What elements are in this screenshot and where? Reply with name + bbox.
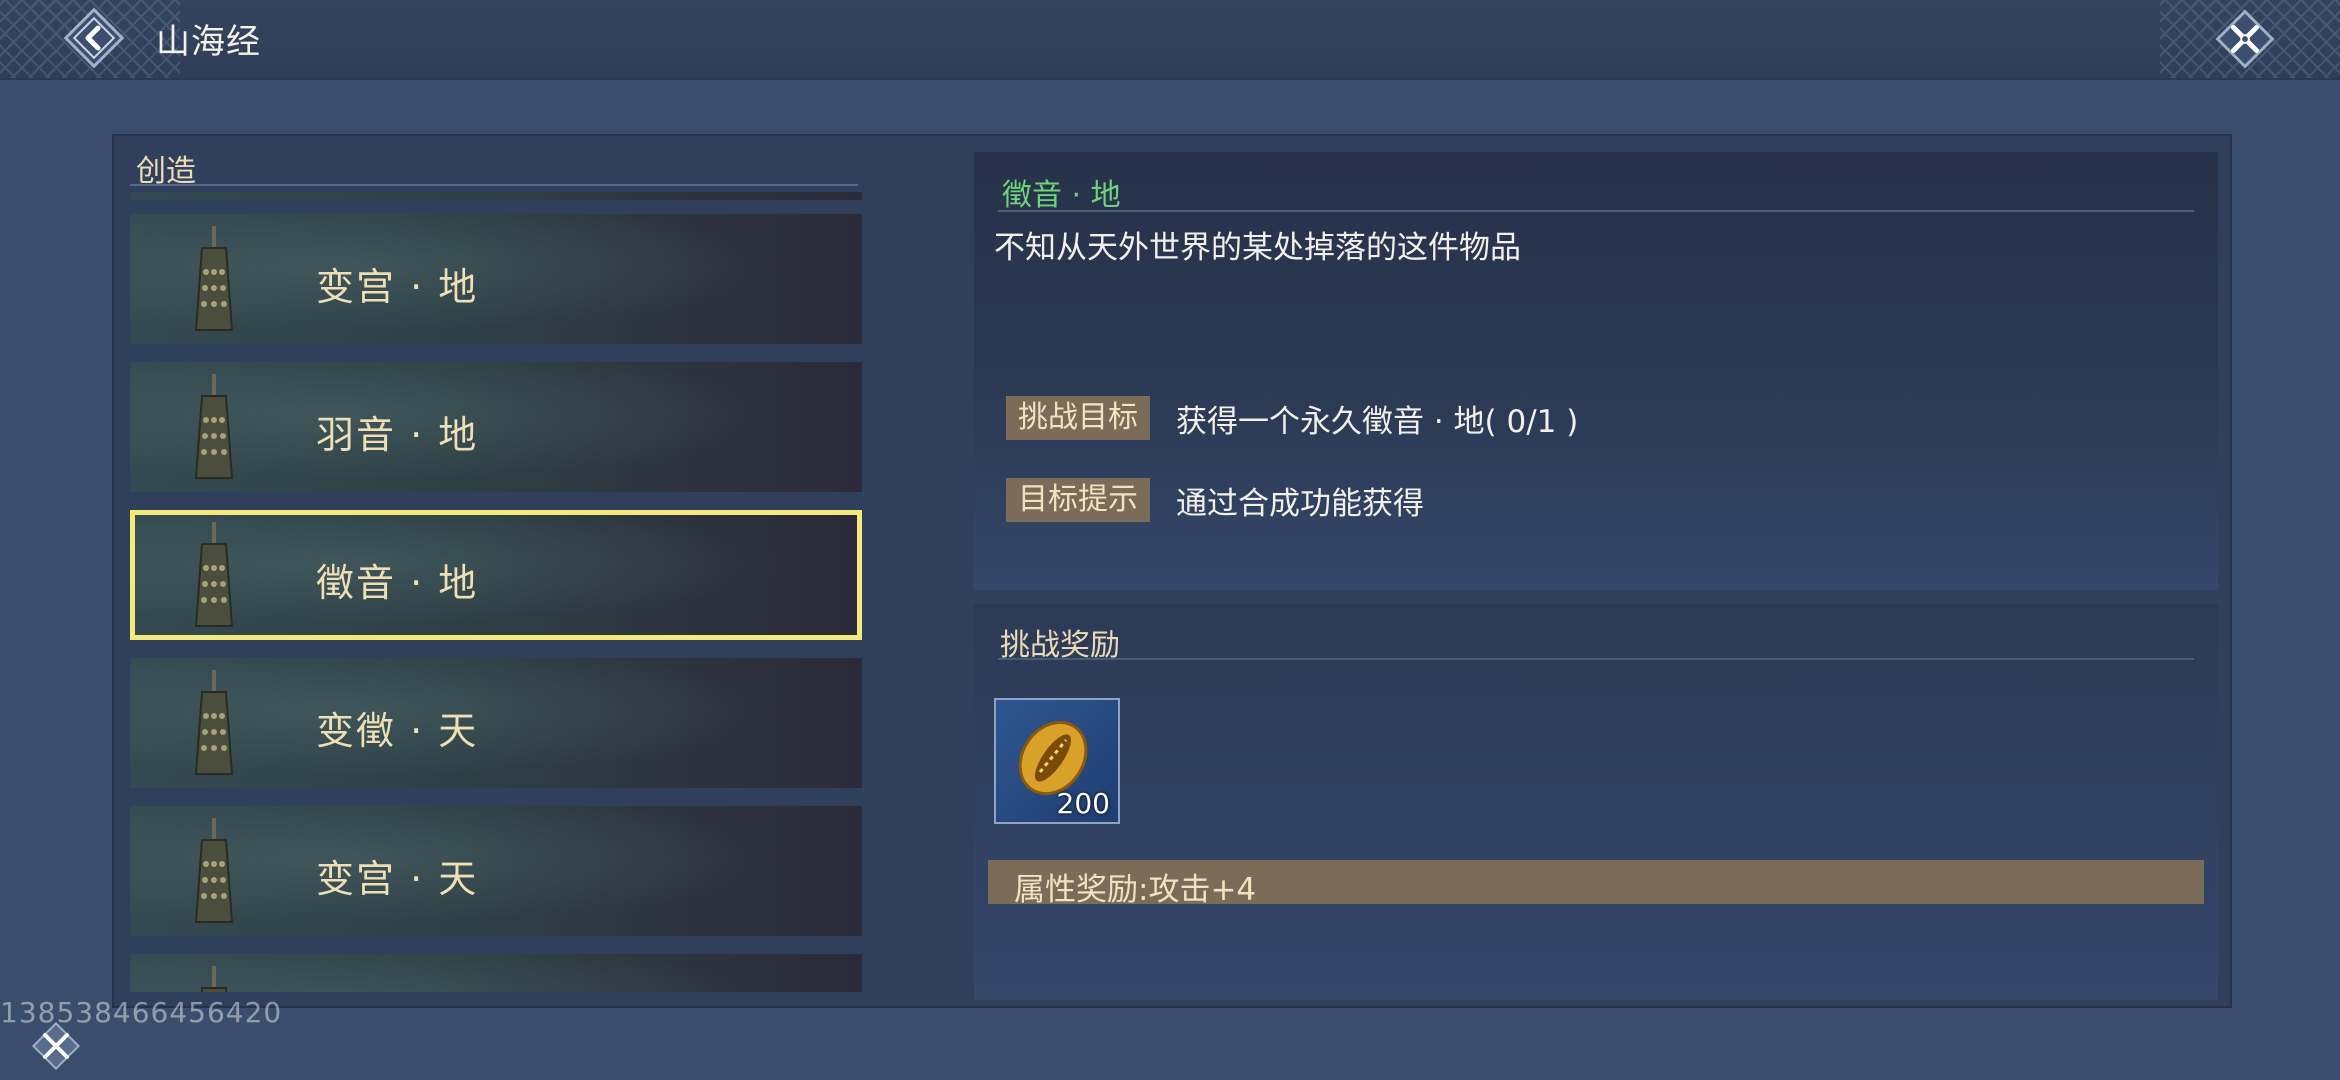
hint-text: 通过合成功能获得 [1176, 486, 1424, 522]
reward-count: 200 [1056, 787, 1110, 820]
list-item-label: 变宫 · 天 [316, 857, 479, 901]
reward-panel: 挑战奖励 200 属性奖励:攻击+4 [974, 604, 2218, 1000]
reward-item-slot[interactable]: 200 [994, 698, 1120, 824]
close-icon[interactable] [2214, 8, 2276, 70]
creation-list-panel: 创造 变宫 · 地 羽音 · 地 徵音 · 地 变徵 · 天 变宫 · 天 [122, 136, 866, 1006]
list-item[interactable]: 变宫 · 地 [130, 214, 862, 344]
list-item-label: 徵音 · 地 [316, 561, 479, 605]
list-item[interactable]: 变宫 · 天 [130, 806, 862, 936]
list-item-label: 变宫 · 地 [316, 265, 479, 309]
attribute-reward-text: 属性奖励:攻击+4 [1014, 872, 1257, 908]
list-item-partial-top[interactable] [130, 192, 862, 200]
bell-icon [194, 818, 234, 923]
item-description: 不知从天外世界的某处掉落的这件物品 [994, 230, 1521, 266]
bell-icon [200, 966, 228, 992]
top-bar: 山海经 [0, 0, 2340, 80]
divider [998, 658, 2194, 660]
hint-tag: 目标提示 [1006, 478, 1150, 522]
bell-icon [194, 670, 234, 775]
bell-icon [194, 226, 234, 331]
item-list[interactable]: 变宫 · 地 羽音 · 地 徵音 · 地 变徵 · 天 变宫 · 天 [130, 192, 862, 992]
list-item-label: 变徵 · 天 [316, 709, 479, 753]
bell-icon [194, 374, 234, 479]
crossed-swords-icon[interactable] [30, 1020, 82, 1072]
list-item-selected[interactable]: 徵音 · 地 [130, 510, 862, 640]
divider [998, 210, 2194, 212]
page-title: 山海经 [156, 22, 261, 62]
list-item-partial-bottom[interactable] [130, 954, 862, 992]
attribute-reward-bar: 属性奖励:攻击+4 [988, 860, 2204, 908]
list-item[interactable]: 变徵 · 天 [130, 658, 862, 788]
back-arrow-icon[interactable] [62, 6, 126, 70]
goal-text: 获得一个永久徵音 · 地( 0/1 ) [1176, 404, 1579, 440]
main-panel: 创造 变宫 · 地 羽音 · 地 徵音 · 地 变徵 · 天 变宫 · 天 徵音… [112, 134, 2232, 1008]
divider [130, 184, 858, 186]
bell-icon [194, 522, 234, 627]
list-item-label: 羽音 · 地 [316, 413, 479, 457]
item-name: 徵音 · 地 [1002, 178, 1121, 213]
goal-tag: 挑战目标 [1006, 396, 1150, 440]
challenge-detail: 徵音 · 地 不知从天外世界的某处掉落的这件物品 挑战目标 获得一个永久徵音 ·… [974, 152, 2218, 590]
list-item[interactable]: 羽音 · 地 [130, 362, 862, 492]
